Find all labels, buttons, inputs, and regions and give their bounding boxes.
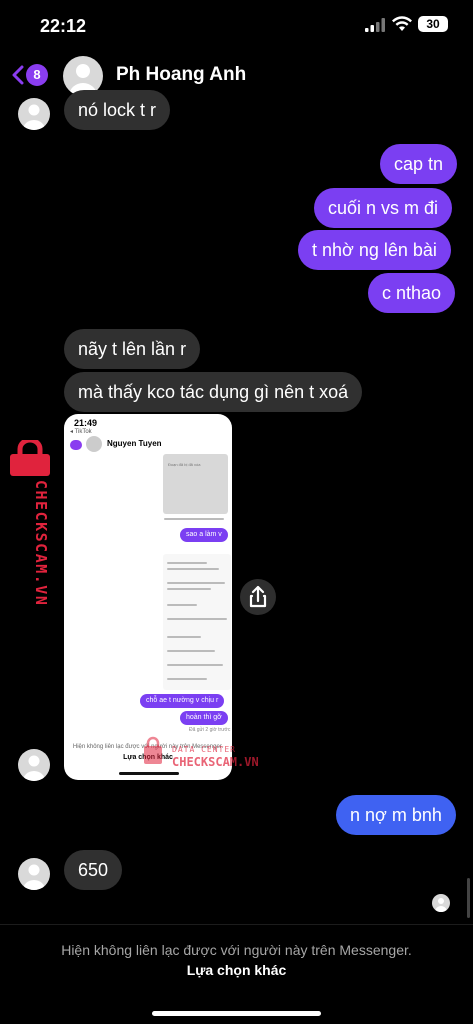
shared-bubble: chỗ ae t nường v chịu r bbox=[140, 694, 225, 708]
message-bubble-incoming[interactable]: nó lock t r bbox=[64, 90, 171, 130]
cellular-signal-icon bbox=[365, 18, 385, 32]
checkscam-watermark: CHECKSCAM.VN DATA CENTER bbox=[32, 480, 50, 606]
message-bubble-incoming[interactable]: mà thấy kco tác dụng gì nên t xoá bbox=[64, 372, 363, 412]
unavailable-note: Hiện không liên lạc được với người này t… bbox=[61, 942, 412, 958]
wifi-icon bbox=[392, 16, 412, 31]
shared-bubble: hoàn thì gỡ bbox=[180, 711, 228, 725]
person-silhouette-icon bbox=[23, 755, 45, 781]
svg-text:DATA CENTER: DATA CENTER bbox=[172, 745, 236, 754]
person-silhouette-icon bbox=[23, 104, 45, 130]
unavailable-footer: Hiện không liên lạc được với người này t… bbox=[0, 924, 473, 1024]
home-indicator[interactable] bbox=[152, 1011, 321, 1016]
scrollbar-thumb[interactable] bbox=[467, 878, 470, 918]
shared-screenshot-image[interactable]: 21:49 ◂ TikTok Nguyen Tuyen Đoạn đã bị đ… bbox=[64, 414, 232, 780]
shared-bubble: sao a làm v bbox=[180, 528, 228, 542]
shared-source-app: ◂ TikTok bbox=[70, 429, 92, 435]
sender-avatar[interactable] bbox=[18, 98, 50, 130]
share-icon bbox=[249, 585, 267, 608]
checkscam-stamp-watermark: DATA CENTER CHECKSCAM.VN bbox=[144, 736, 259, 769]
message-bubble-outgoing[interactable]: cap tn bbox=[380, 144, 458, 184]
shared-placeholder-text: Đoạn đã bị đã xóa bbox=[168, 462, 201, 467]
other-options-button[interactable]: Lựa chọn khác bbox=[0, 962, 473, 978]
message-bubble-outgoing[interactable]: cuối n vs m đi bbox=[314, 188, 453, 228]
shared-contact-name: Nguyen Tuyen bbox=[107, 439, 162, 448]
message-bubble-incoming[interactable]: 650 bbox=[64, 850, 123, 890]
message-bubble-outgoing[interactable]: c nthao bbox=[368, 273, 456, 313]
shared-back-badge bbox=[70, 440, 82, 450]
share-button[interactable] bbox=[240, 579, 276, 615]
shared-tab-row bbox=[164, 518, 224, 520]
message-bubble-incoming[interactable]: nãy t lên lần r bbox=[64, 329, 201, 369]
watermark-brand: CHECKSCAM.VN bbox=[32, 480, 50, 606]
sender-avatar[interactable] bbox=[18, 749, 50, 781]
back-button[interactable]: 8 bbox=[12, 62, 48, 88]
shared-seen-text: Đã gửi 2 giờ trước bbox=[189, 727, 231, 733]
contact-name[interactable]: Ph Hoang Anh bbox=[116, 64, 246, 86]
shared-contact-avatar bbox=[86, 436, 102, 452]
person-silhouette-icon bbox=[435, 898, 447, 912]
shared-status-time: 21:49 bbox=[74, 418, 98, 428]
message-bubble-outgoing[interactable]: n nợ m bnh bbox=[336, 795, 456, 835]
chevron-left-icon bbox=[12, 65, 24, 85]
shared-nested-screenshot bbox=[163, 554, 231, 690]
unread-count-badge: 8 bbox=[26, 64, 48, 86]
message-bubble-outgoing[interactable]: t nhờ ng lên bài bbox=[298, 230, 451, 270]
read-receipt-avatar bbox=[432, 894, 450, 912]
status-bar: 22:12 30 bbox=[0, 0, 473, 50]
svg-text:CHECKSCAM.VN: CHECKSCAM.VN bbox=[172, 755, 259, 769]
sender-avatar[interactable] bbox=[18, 858, 50, 890]
person-silhouette-icon bbox=[23, 864, 45, 890]
battery-icon: 30 bbox=[418, 16, 448, 32]
lock-watermark-icon bbox=[10, 440, 50, 476]
status-time: 22:12 bbox=[40, 16, 87, 36]
